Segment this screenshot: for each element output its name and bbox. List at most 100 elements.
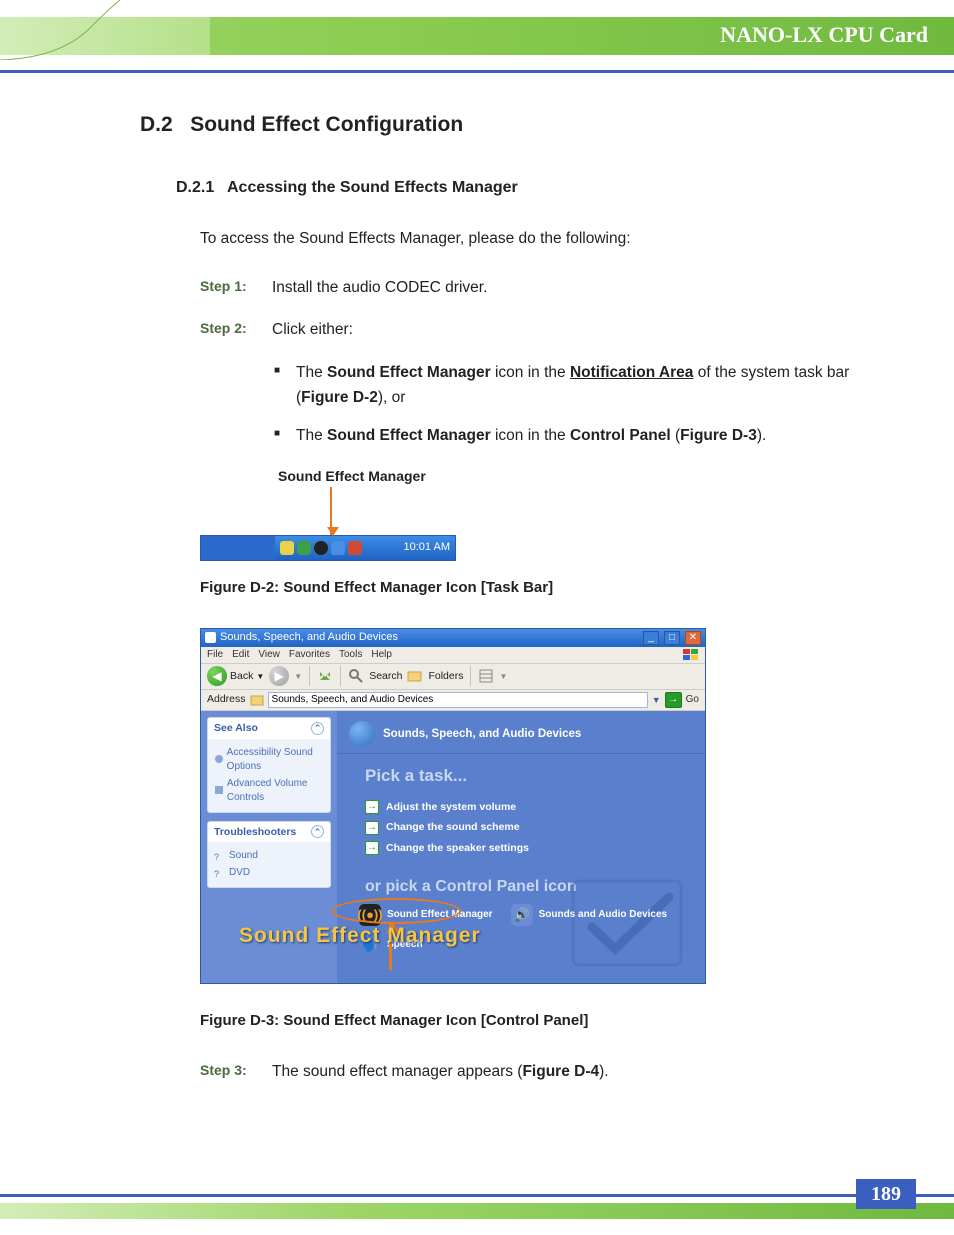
tray-icon (280, 541, 294, 555)
tray-icon (348, 541, 362, 555)
intro-text: To access the Sound Effects Manager, ple… (200, 228, 894, 250)
section-heading: D.2 Sound Effect Configuration (140, 110, 894, 139)
step-1: Step 1: Install the audio CODEC driver. (200, 277, 894, 299)
main-pane: Sounds, Speech, and Audio Devices Pick a… (337, 711, 705, 983)
document-title: NANO-LX CPU Card (720, 22, 928, 48)
step-body: Install the audio CODEC driver. (272, 277, 894, 299)
task-arrow-icon: → (365, 800, 379, 814)
up-icon[interactable] (317, 668, 333, 684)
menu-view[interactable]: View (258, 648, 280, 662)
task-item[interactable]: →Adjust the system volume (365, 800, 705, 815)
search-button[interactable]: Search (369, 669, 402, 684)
toolbar-sep (470, 666, 471, 686)
logo-curve (0, 0, 120, 60)
window-titlebar: Sounds, Speech, and Audio Devices _ □ ✕ (201, 629, 705, 647)
audio-device-icon: 🔊 (511, 904, 533, 926)
separator-bottom (0, 1194, 954, 1197)
collapse-icon[interactable]: ⌃ (311, 825, 324, 838)
figure-caption: Figure D-3: Sound Effect Manager Icon [C… (200, 1010, 894, 1031)
pick-task-label: Pick a task... (337, 754, 705, 792)
svg-text:?: ? (214, 869, 219, 879)
figure-d2: Sound Effect Manager 10:01 AM (200, 467, 456, 561)
see-also-item[interactable]: Accessibility Sound Options (214, 746, 324, 774)
arrow-down-icon (330, 487, 332, 535)
close-button[interactable]: ✕ (685, 631, 701, 645)
back-icon: ◀ (207, 666, 227, 686)
troubleshooter-item[interactable]: ?Sound (214, 849, 324, 863)
bullet-item: The Sound Effect Manager icon in the Con… (274, 424, 894, 449)
panel-title: Troubleshooters (214, 825, 296, 840)
window-body: See Also ⌃ Accessibility Sound Options Ad… (201, 711, 705, 983)
folders-icon (407, 668, 423, 684)
figure-d3: Sounds, Speech, and Audio Devices _ □ ✕ … (200, 628, 706, 984)
taskbar-left (201, 536, 275, 560)
tray-icon (331, 541, 345, 555)
system-tray: 10:01 AM (275, 536, 455, 560)
step-2: Step 2: Click either: (200, 319, 894, 341)
tray-clock: 10:01 AM (404, 540, 450, 555)
go-button[interactable]: → (665, 692, 682, 708)
cp-icon-grid: ((●)) Sound Effect Manager 🔊 Sounds and … (337, 904, 705, 956)
main-heading: Sounds, Speech, and Audio Devices (383, 726, 581, 742)
menu-favorites[interactable]: Favorites (289, 648, 330, 662)
subsection-heading: D.2.1 Accessing the Sound Effects Manage… (176, 177, 894, 199)
menu-tools[interactable]: Tools (339, 648, 362, 662)
menu-edit[interactable]: Edit (232, 648, 249, 662)
maximize-button[interactable]: □ (664, 631, 680, 645)
toolbar: ◀ Back ▼ ▶ ▼ Search Folders ▼ (201, 664, 705, 690)
subsection-title: Accessing the Sound Effects Manager (227, 179, 518, 196)
address-icon (250, 693, 264, 707)
windows-flag-icon (683, 649, 699, 661)
step-3: Step 3: The sound effect manager appears… (200, 1061, 894, 1083)
collapse-icon[interactable]: ⌃ (311, 722, 324, 735)
svg-text:?: ? (214, 852, 219, 862)
window-icon (205, 632, 216, 643)
task-list: →Adjust the system volume →Change the so… (337, 792, 705, 868)
toolbar-sep (309, 666, 310, 686)
step-label: Step 1: (200, 277, 254, 297)
step-body: The sound effect manager appears (Figure… (272, 1061, 894, 1083)
search-icon (348, 668, 364, 684)
page-number: 189 (856, 1179, 916, 1209)
category-icon (349, 721, 375, 747)
section-title: Sound Effect Configuration (190, 113, 463, 136)
toolbar-sep (340, 666, 341, 686)
separator-top (0, 70, 954, 73)
header-band: NANO-LX CPU Card (0, 17, 954, 55)
footer-band (0, 1203, 954, 1219)
panel-title: See Also (214, 721, 258, 736)
sound-effect-manager-tray-icon (314, 541, 328, 555)
menu-file[interactable]: File (207, 648, 223, 662)
task-item[interactable]: →Change the sound scheme (365, 820, 705, 835)
task-arrow-icon: → (365, 841, 379, 855)
subsection-number: D.2.1 (176, 179, 214, 196)
menu-bar: File Edit View Favorites Tools Help (201, 647, 705, 664)
callout-label: Sound Effect Manager (278, 467, 456, 487)
see-also-panel: See Also ⌃ Accessibility Sound Options Ad… (207, 717, 331, 813)
task-item[interactable]: →Change the speaker settings (365, 841, 705, 856)
back-button[interactable]: ◀ Back ▼ (207, 666, 264, 686)
tray-icon (297, 541, 311, 555)
step-body: Click either: (272, 319, 894, 341)
bullet-item: The Sound Effect Manager icon in the Not… (274, 361, 894, 411)
minimize-button[interactable]: _ (643, 631, 659, 645)
forward-menu-icon[interactable]: ▼ (294, 671, 302, 682)
step-label: Step 3: (200, 1061, 254, 1081)
window-title: Sounds, Speech, and Audio Devices (220, 630, 638, 645)
address-dropdown-icon[interactable]: ▼ (652, 694, 661, 707)
address-input[interactable] (268, 692, 648, 708)
sounds-audio-devices-cp-icon[interactable]: 🔊 Sounds and Audio Devices (511, 904, 668, 926)
forward-button[interactable]: ▶ (269, 666, 289, 686)
troubleshooter-item[interactable]: ?DVD (214, 866, 324, 880)
callout-annotation: Sound Effect Manager (239, 921, 481, 950)
troubleshooters-panel: Troubleshooters ⌃ ?Sound ?DVD (207, 821, 331, 889)
folders-button[interactable]: Folders (428, 669, 463, 684)
views-icon[interactable] (478, 668, 494, 684)
menu-help[interactable]: Help (371, 648, 392, 662)
section-number: D.2 (140, 113, 173, 136)
see-also-item[interactable]: Advanced Volume Controls (214, 777, 324, 805)
task-arrow-icon: → (365, 821, 379, 835)
address-bar: Address ▼ → Go (201, 690, 705, 711)
bullet-list: The Sound Effect Manager icon in the Not… (274, 361, 894, 449)
figure-caption: Figure D-2: Sound Effect Manager Icon [T… (200, 577, 894, 598)
